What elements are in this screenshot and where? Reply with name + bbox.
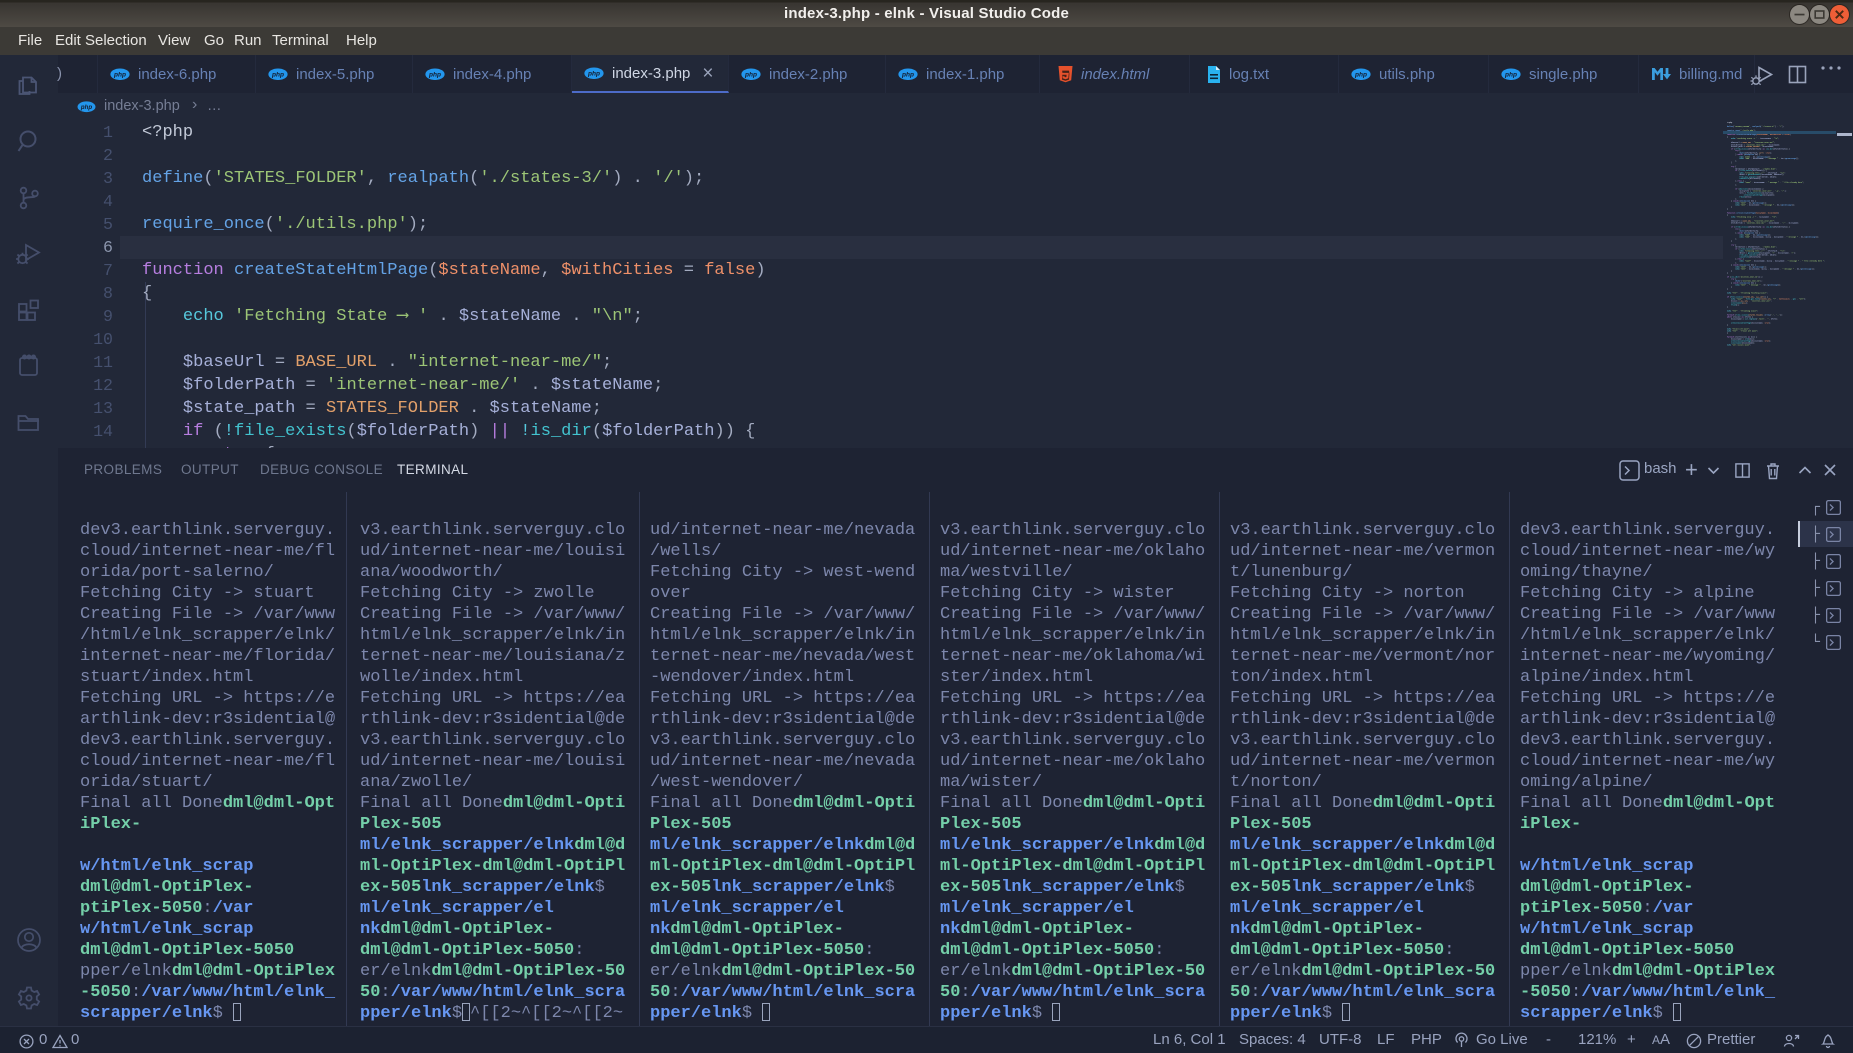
svg-text:php: php: [80, 104, 92, 111]
svg-text:php: php: [744, 71, 757, 78]
svg-text:php: php: [428, 71, 441, 78]
svg-text:php: php: [1504, 71, 1517, 78]
svg-text:php: php: [901, 71, 914, 78]
svg-text:php: php: [271, 71, 284, 78]
svg-text:php: php: [587, 70, 600, 77]
svg-text:php: php: [113, 71, 126, 78]
svg-text:php: php: [1354, 71, 1367, 78]
